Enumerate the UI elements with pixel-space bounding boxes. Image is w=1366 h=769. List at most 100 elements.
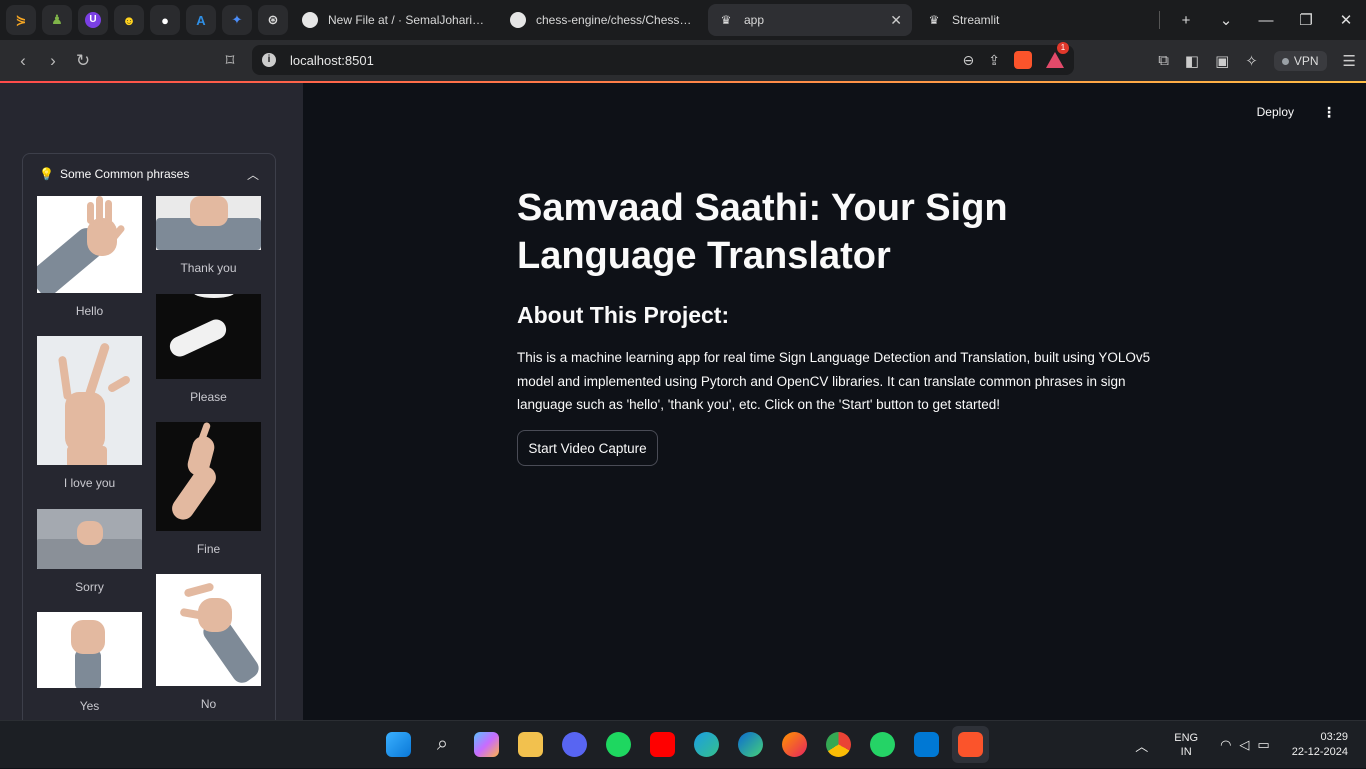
share-icon[interactable]: ⇪ [988,52,1000,69]
collar-shape [194,294,234,298]
language-indicator[interactable]: ENG IN [1174,731,1198,759]
extensions-icon[interactable]: ⧉ [1158,52,1169,69]
please-sign-image [156,294,261,379]
search-icon[interactable]: ⌕ [430,732,455,757]
phrase-card-fine: Fine [156,422,261,556]
volume-icon[interactable]: ◁ [1239,737,1249,753]
vscode-icon[interactable] [914,732,939,757]
leo-ai-icon[interactable]: ✧ [1245,52,1258,70]
hello-sign-image [37,196,142,293]
thank-you-sign-image [156,196,261,250]
finger-shape [183,582,215,598]
pinned-tab-2[interactable]: ♟ [42,5,72,35]
phrase-label: Fine [196,542,221,556]
back-icon[interactable]: ‹ [8,51,38,71]
system-tray: ︿ ENG IN ◠ ◁ ▭ 03:29 22-12-2024 [1135,721,1366,769]
finger-shape [87,202,94,224]
browser-extensions: ⧉ ◧ ▣ ✧ VPN ☰ [1158,40,1356,81]
browser-toolbar: ‹ › ↻ ⌑ i localhost:8501 ⊖ ⇪ 1 ⧉ ◧ ▣ ✧ V… [0,40,1366,81]
wallet-icon[interactable]: ▣ [1215,52,1229,70]
pinned-tab-1[interactable]: ⋟ [6,5,36,35]
spotify-icon[interactable] [606,732,631,757]
language-code: ENG [1174,732,1199,744]
copilot-icon[interactable] [474,732,499,757]
brave-rewards-icon[interactable]: 1 [1046,42,1069,68]
phrase-label: Please [190,390,227,404]
window-controls: + ⌄ — ❐ ✕ [1153,0,1366,40]
tab-new-file[interactable]: New File at / · SemalJohari/Sar [292,4,496,36]
brave-shields-icon[interactable] [1014,51,1032,69]
page-title: Samvaad Saathi: Your Sign Language Trans… [517,187,1008,277]
pinned-tab-4[interactable]: ☻ [114,5,144,35]
phrase-card-thank-you: Thank you [156,196,261,275]
youtube-icon[interactable] [650,732,675,757]
openai-pinned-icon[interactable]: ⊛ [258,5,288,35]
no-sign-image [156,574,261,686]
notification-badge: 1 [1057,42,1069,54]
wifi-icon[interactable]: ◠ [1220,737,1231,753]
bookmark-icon[interactable]: ⌑ [215,51,245,71]
copilot-pinned-icon[interactable]: ✦ [222,5,252,35]
chrome-icon[interactable] [826,732,851,757]
phrase-card-no: No [156,574,261,711]
deploy-button[interactable]: Deploy [1257,105,1294,119]
chevron-up-icon[interactable]: ︿ [247,166,259,183]
windows-start-icon[interactable] [386,732,411,757]
brave-icon[interactable] [958,732,983,757]
zoom-icon[interactable]: ⊖ [963,52,975,69]
finger-shape [106,374,132,394]
url-text[interactable]: localhost:8501 [290,53,374,68]
expander-header[interactable]: 💡 Some Common phrases [23,154,275,194]
clock[interactable]: 03:29 22-12-2024 [1292,730,1348,760]
wrist-shape [67,446,107,465]
tab-streamlit[interactable]: ♛ Streamlit [916,4,1120,36]
tab-search-chevron-icon[interactable]: ⌄ [1206,11,1246,29]
phrase-label: Yes [79,699,100,713]
more-options-icon[interactable]: ⋮ [1322,104,1336,121]
close-window-icon[interactable]: ✕ [1326,11,1366,29]
vpn-button[interactable]: VPN [1273,50,1327,71]
menu-icon[interactable]: ☰ [1343,52,1356,70]
close-tab-icon[interactable]: ✕ [890,12,902,29]
i-love-you-sign-image [37,336,142,465]
firefox-icon[interactable] [782,732,807,757]
minimize-icon[interactable]: — [1246,12,1286,29]
lightbulb-icon: 💡 [39,167,54,181]
edge-beta-icon[interactable] [694,732,719,757]
sidebar-toggle-icon[interactable]: ◧ [1185,52,1199,70]
new-tab-icon[interactable]: + [1166,12,1206,29]
phrase-card-please: Please [156,294,261,404]
tab-title: app [744,13,765,27]
fist-shape [77,521,103,545]
phrase-label: Sorry [75,580,104,594]
phrase-card-i-love-you: I love you [37,336,142,490]
azure-pinned-icon[interactable]: A [186,5,216,35]
edge-icon[interactable] [738,732,763,757]
address-bar[interactable]: i localhost:8501 ⊖ ⇪ 1 [252,42,1074,75]
finger-shape [84,341,111,399]
taskbar: ⌕ ︿ ENG IN ◠ ◁ ▭ 03:29 22-12-2024 [0,720,1366,768]
github-pinned-icon[interactable]: ● [150,5,180,35]
site-info-icon[interactable]: i [262,53,276,67]
battery-icon[interactable]: ▭ [1257,737,1269,753]
github-icon [302,12,318,28]
expander-title: Some Common phrases [59,167,190,181]
glove-shape [166,316,230,360]
chevron-up-icon[interactable]: ︿ [1135,736,1148,755]
whatsapp-icon[interactable] [870,732,895,757]
phrase-label: Thank you [180,261,237,275]
start-video-capture-button[interactable]: Start Video Capture [517,430,658,466]
vpn-status-icon [1281,57,1289,65]
browser-tab-strip: ⋟ ♟ U ☻ ● A ✦ ⊛ New File at / · SemalJoh… [0,0,1366,40]
vpn-label: VPN [1293,53,1319,68]
forward-icon[interactable]: › [38,51,68,71]
sorry-sign-image [37,509,142,569]
clock-date: 22-12-2024 [1291,746,1348,758]
pinned-tab-3[interactable]: U [78,5,108,35]
tab-chess-engine[interactable]: chess-engine/chess/ChessEng [500,4,704,36]
file-explorer-icon[interactable] [518,732,543,757]
reload-icon[interactable]: ↻ [68,51,98,71]
discord-icon[interactable] [562,732,587,757]
tab-app[interactable]: ♛ app ✕ [708,4,912,36]
restore-icon[interactable]: ❐ [1286,11,1326,29]
